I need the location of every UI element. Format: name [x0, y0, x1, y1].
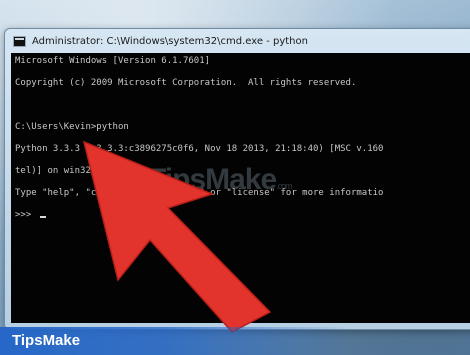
console-line: Python 3.3.3 (v3.3.3:c3896275c0f6, Nov 1… [15, 144, 384, 154]
cmd-icon [13, 35, 26, 47]
watermark-suffix: .com [276, 181, 292, 191]
console-line: C:\Users\Kevin>python [15, 122, 129, 132]
watermark-text: TipsMake [148, 163, 277, 196]
text-cursor [39, 216, 46, 218]
python-prompt-line[interactable]: >>> [15, 210, 470, 221]
title-bar[interactable]: Administrator: C:\Windows\system32\cmd.e… [5, 29, 470, 53]
console-line: Copyright (c) 2009 Microsoft Corporation… [15, 78, 357, 88]
python-prompt: >>> [15, 210, 37, 220]
window-title: Administrator: C:\Windows\system32\cmd.e… [32, 35, 308, 47]
watermark: TipsMake.com [148, 163, 293, 197]
console-line: Microsoft Windows [Version 6.1.7601] [15, 56, 211, 66]
brand-logo: TipsMake [12, 332, 81, 349]
